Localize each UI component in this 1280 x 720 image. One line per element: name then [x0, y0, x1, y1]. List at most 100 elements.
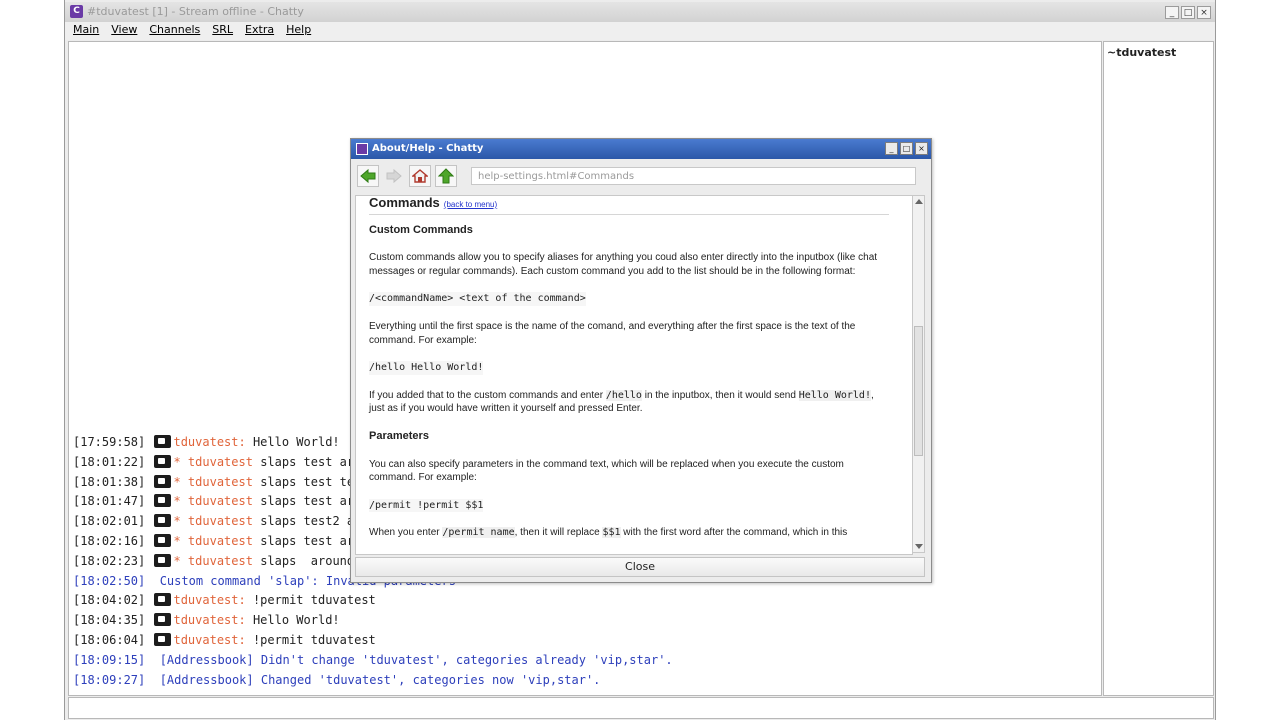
scroll-down-arrow-icon[interactable] [915, 544, 923, 549]
chat-message-text: slaps test ar [252, 454, 355, 469]
chat-nick[interactable]: tduvatest: [173, 435, 245, 449]
paragraph-permit-usage: When you enter /permit name, then it wil… [369, 526, 889, 540]
help-dialog: About/Help - Chatty _ □ × help-settings.… [350, 138, 932, 583]
user-list[interactable]: ~tduvatest [1103, 41, 1214, 696]
permit-text-1: When you enter [369, 527, 443, 539]
chat-nick[interactable]: * tduvatest [173, 475, 252, 489]
usage-text-1: If you added that to the custom commands… [369, 389, 606, 401]
menu-help[interactable]: Help [278, 22, 311, 40]
broadcaster-badge-icon[interactable] [154, 494, 172, 508]
broadcaster-badge-icon[interactable] [154, 553, 172, 567]
forward-arrow-icon [386, 168, 402, 184]
back-to-menu-link[interactable]: (back to menu) [444, 200, 497, 209]
chat-nick[interactable]: * tduvatest [173, 554, 252, 568]
chat-timestamp: [18:02:01] [73, 514, 146, 529]
code-example-permit: /permit !permit $$1 [369, 498, 484, 513]
chat-nick[interactable]: tduvatest: [173, 593, 245, 607]
chat-timestamp: [18:06:04] [73, 632, 146, 647]
chat-message-text: slaps test ar [252, 494, 355, 509]
menu-channels[interactable]: Channels [141, 22, 200, 40]
custom-commands-heading: Custom Commands [369, 223, 473, 236]
help-scrollbar[interactable] [912, 195, 925, 553]
chat-info-text: [Addressbook] Changed 'tduvatest', categ… [152, 672, 601, 687]
menu-srl[interactable]: SRL [204, 22, 233, 40]
chat-nick[interactable]: * tduvatest [173, 494, 252, 508]
chat-nick[interactable]: * tduvatest [173, 534, 252, 548]
parameters-heading: Parameters [369, 429, 429, 442]
chat-line: [18:09:27] [Addressbook] Changed 'tduvat… [73, 671, 673, 691]
divider [369, 213, 889, 215]
chat-timestamp: [18:04:35] [73, 613, 146, 628]
paragraph-usage: If you added that to the custom commands… [369, 389, 889, 416]
code-example-hello: /hello Hello World! [369, 361, 484, 375]
title-bar[interactable]: C #tduvatest [1] - Stream offline - Chat… [65, 2, 1215, 22]
section-heading: Commands (back to menu) [369, 196, 889, 212]
chat-message-text: slaps test te [252, 474, 355, 489]
menu-bar: Main View Channels SRL Extra Help [65, 22, 1215, 40]
home-button[interactable] [409, 165, 431, 187]
menu-main[interactable]: Main [65, 22, 99, 40]
chat-timestamp: [18:02:50] [73, 573, 146, 588]
up-arrow-icon [438, 168, 454, 184]
dialog-title: About/Help - Chatty [372, 143, 484, 154]
close-window-button[interactable]: × [1197, 6, 1211, 19]
help-content: Commands (back to menu) Custom Commands C… [355, 195, 913, 555]
permit-code-1: /permit name [442, 527, 515, 539]
chat-message-text: slaps test2 a [252, 514, 355, 529]
code-format: /<commandName> <text of the command> [369, 292, 586, 306]
help-url-field[interactable]: help-settings.html#Commands [471, 167, 916, 185]
dialog-title-bar[interactable]: About/Help - Chatty _ □ × [351, 139, 931, 159]
chat-nick[interactable]: * tduvatest [173, 514, 252, 528]
dialog-minimize-button[interactable]: _ [885, 142, 898, 155]
chat-line: [18:04:02] tduvatest: !permit tduvatest [73, 591, 673, 611]
broadcaster-badge-icon[interactable] [154, 474, 172, 488]
chat-message-text: slaps test ar [252, 533, 355, 548]
usage-text-2: in the inputbox, then it would send [641, 389, 799, 401]
chat-timestamp: [18:02:16] [73, 533, 146, 548]
broadcaster-badge-icon[interactable] [154, 632, 172, 646]
menu-extra[interactable]: Extra [237, 22, 274, 40]
chat-line: [18:04:35] tduvatest: Hello World! [73, 611, 673, 631]
up-button[interactable] [435, 165, 457, 187]
minimize-button[interactable]: _ [1165, 6, 1179, 19]
broadcaster-badge-icon[interactable] [154, 613, 172, 627]
chat-nick[interactable]: * tduvatest [173, 455, 252, 469]
permit-text-3: with the first word after the command, w… [620, 527, 848, 539]
chat-timestamp: [18:09:27] [73, 672, 146, 687]
home-icon [412, 169, 428, 183]
window-title: #tduvatest [1] - Stream offline - Chatty [87, 5, 304, 18]
broadcaster-badge-icon[interactable] [154, 435, 172, 448]
menu-view[interactable]: View [103, 22, 137, 40]
paragraph-name-text: Everything until the first space is the … [369, 320, 856, 346]
paragraph-parameters: You can also specify parameters in the c… [369, 458, 844, 484]
broadcaster-badge-icon[interactable] [154, 593, 172, 607]
dialog-maximize-button[interactable]: □ [900, 142, 913, 155]
chat-line: [18:09:15] [Addressbook] Didn't change '… [73, 651, 673, 671]
chat-nick[interactable]: tduvatest: [173, 633, 245, 647]
user-list-item[interactable]: ~tduvatest [1107, 46, 1176, 59]
broadcaster-badge-icon[interactable] [154, 514, 172, 528]
chat-message-text: slaps around [252, 553, 355, 568]
broadcaster-badge-icon[interactable] [154, 454, 172, 468]
chat-timestamp: [18:09:15] [73, 652, 146, 667]
paragraph-intro: Custom commands allow you to specify ali… [369, 252, 878, 277]
back-button[interactable] [357, 165, 379, 187]
chat-info-text: [Addressbook] Didn't change 'tduvatest',… [152, 652, 673, 667]
scroll-up-arrow-icon[interactable] [915, 199, 923, 204]
chat-line: [18:06:04] tduvatest: !permit tduvatest [73, 631, 673, 651]
chat-nick[interactable]: tduvatest: [173, 613, 245, 627]
forward-button[interactable] [383, 165, 405, 187]
close-button[interactable]: Close [355, 557, 925, 577]
commands-heading: Commands [369, 195, 440, 210]
chat-message-text: Hello World! [245, 613, 340, 628]
maximize-button[interactable]: □ [1181, 6, 1195, 19]
chat-input[interactable] [68, 697, 1214, 719]
dialog-close-x-button[interactable]: × [915, 142, 928, 155]
help-toolbar: help-settings.html#Commands [357, 165, 925, 189]
broadcaster-badge-icon[interactable] [154, 533, 172, 547]
scroll-thumb[interactable] [914, 326, 923, 456]
chat-timestamp: [18:01:47] [73, 494, 146, 509]
permit-code-2: $$1 [602, 527, 621, 539]
permit-text-2: , then it will replace [514, 527, 603, 539]
usage-code-2: Hello World! [798, 389, 871, 401]
